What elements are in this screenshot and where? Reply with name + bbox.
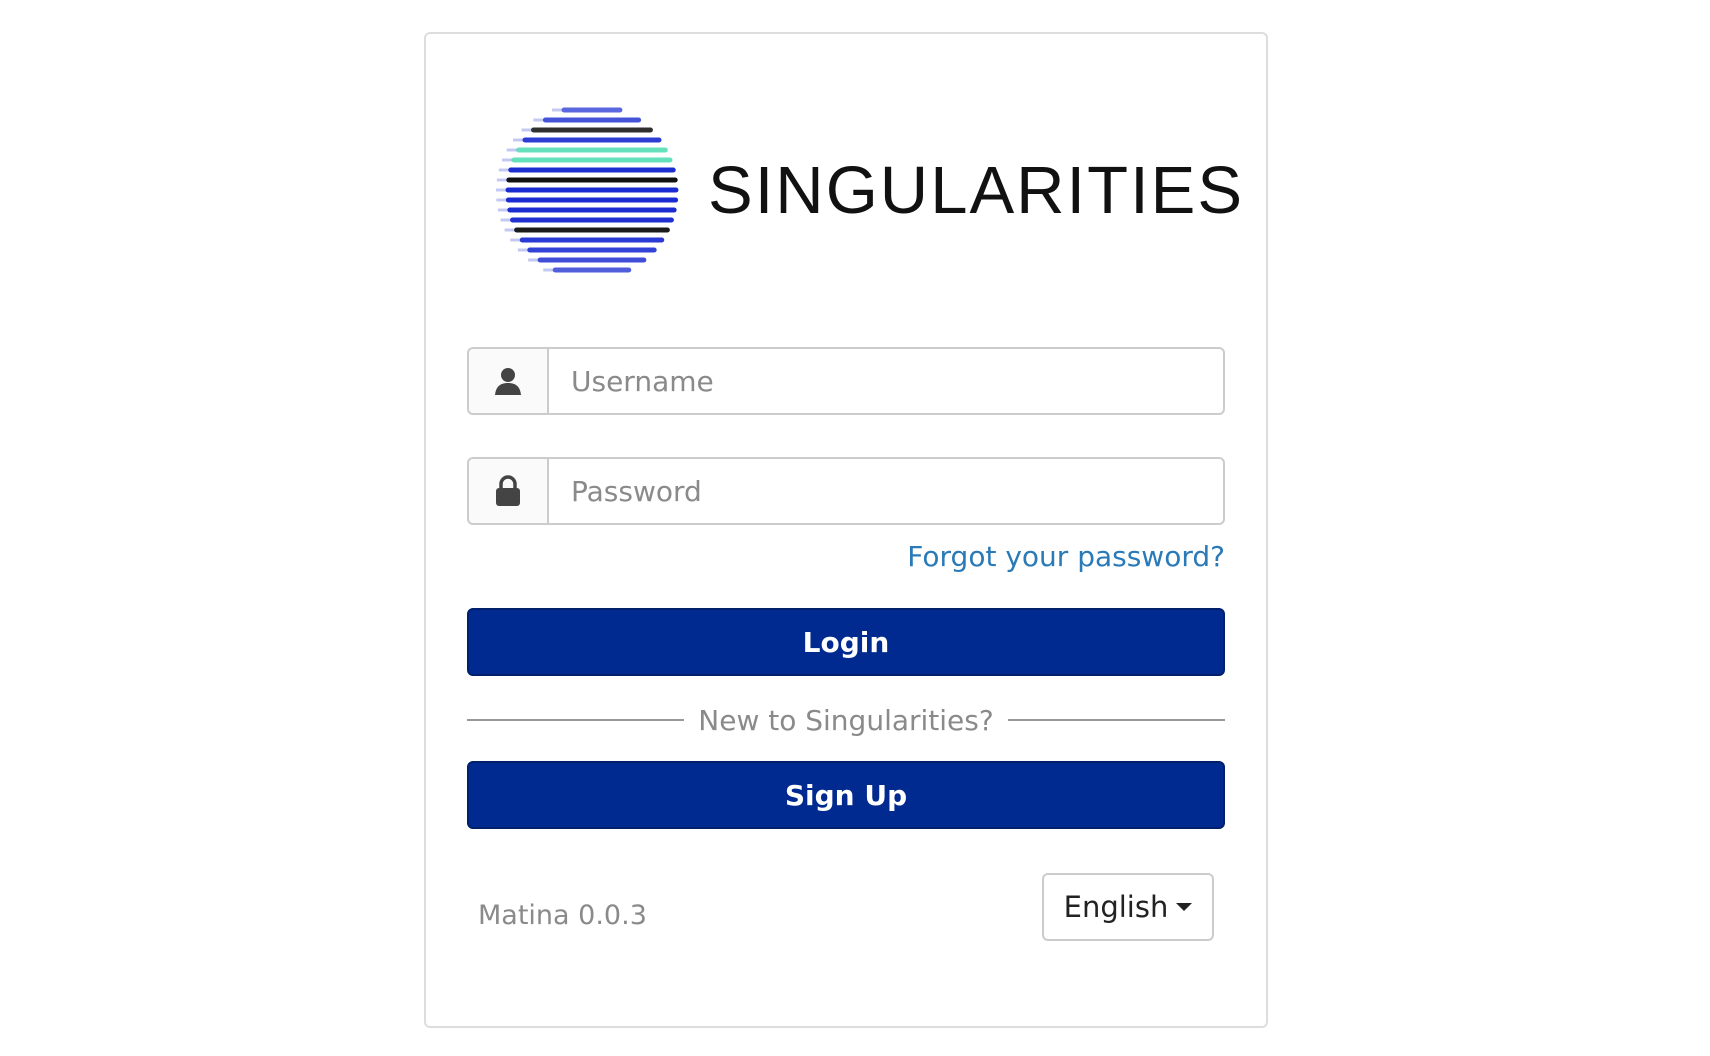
divider-text: New to Singularities? xyxy=(698,703,994,737)
forgot-password-link[interactable]: Forgot your password? xyxy=(907,540,1225,573)
username-field[interactable] xyxy=(467,347,1225,415)
divider-line-left xyxy=(467,719,685,721)
password-field[interactable] xyxy=(467,457,1225,525)
signup-button[interactable]: Sign Up xyxy=(467,761,1225,829)
signup-divider: New to Singularities? xyxy=(467,700,1225,740)
lock-icon xyxy=(469,459,549,523)
language-label: English xyxy=(1063,890,1169,924)
login-button[interactable]: Login xyxy=(467,608,1225,676)
divider-line-right xyxy=(1007,719,1225,721)
version-label: Matina 0.0.3 xyxy=(478,900,647,931)
logo-sphere-icon xyxy=(496,107,679,273)
user-icon xyxy=(469,349,549,413)
singularities-logo: SINGULARITIES xyxy=(490,92,1242,292)
language-dropdown[interactable]: English xyxy=(1042,873,1214,941)
username-input[interactable] xyxy=(549,349,1223,413)
caret-down-icon xyxy=(1176,903,1193,911)
logo-wordmark: SINGULARITIES xyxy=(708,153,1245,228)
password-input[interactable] xyxy=(549,459,1223,523)
